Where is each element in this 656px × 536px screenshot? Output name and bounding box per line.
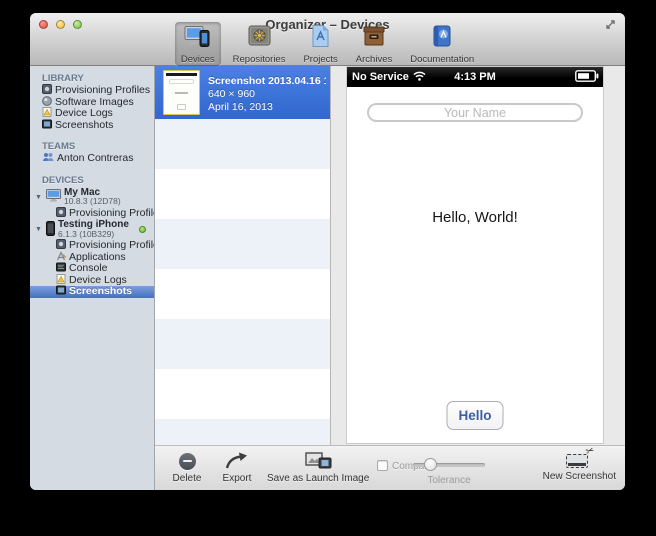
bottom-toolbar: Delete Export (155, 445, 625, 490)
desktop-background: Organizer – Devices (0, 0, 656, 536)
window-chrome: Organizer – Devices (30, 13, 625, 66)
sidebar-item-label: Device Logs (55, 108, 113, 120)
sidebar-item-label: Provisioning Profiles (55, 85, 150, 97)
delete-label: Delete (173, 473, 202, 484)
archives-icon (362, 24, 386, 53)
repositories-icon (247, 24, 272, 53)
sidebar-item-label: Provisioning Profiles (69, 208, 155, 220)
hello-button[interactable]: Hello (446, 401, 503, 430)
export-icon (225, 451, 249, 471)
launch-image-icon (305, 451, 332, 471)
iphone-status-bar: No Service 4:13 PM (347, 67, 603, 87)
export-label: Export (223, 473, 252, 484)
save-as-launch-image-label: Save as Launch Image (267, 473, 369, 484)
screenshot-list-empty-rows (155, 119, 330, 445)
delete-icon (179, 453, 196, 470)
toolbar-label-repositories: Repositories (233, 54, 286, 65)
screenshot-icon (56, 285, 66, 299)
sidebar-item-mac-provisioning-profiles[interactable]: Provisioning Profiles (30, 208, 154, 220)
tolerance-slider-thumb[interactable] (424, 458, 437, 471)
sidebar-item-iphone-provisioning-profiles[interactable]: Provisioning Profiles (30, 240, 154, 252)
thumbnail-button (177, 104, 186, 110)
devices-icon (184, 24, 211, 53)
screenshot-title: Screenshot 2013.04.16 16.13.... (208, 75, 326, 88)
team-icon (42, 152, 54, 166)
toolbar-label-devices: Devices (181, 54, 215, 65)
sidebar-item-label: Screenshots (55, 120, 113, 132)
thumbnail-statusbar (166, 73, 197, 76)
new-screenshot-label: New Screenshot (543, 471, 616, 482)
screenshot-date: April 16, 2013 (208, 101, 326, 114)
toolbar-item-repositories[interactable]: Repositories (227, 22, 292, 66)
device-screenshot-preview: No Service 4:13 PM (347, 67, 603, 443)
delete-button[interactable]: Delete (167, 451, 207, 484)
export-button[interactable]: Export (217, 451, 257, 484)
toolbar-label-projects: Projects (303, 54, 337, 65)
screenshot-icon (42, 119, 52, 133)
iphone-icon (46, 221, 55, 239)
sidebar-item-label: Anton Contreras (57, 153, 133, 165)
toolbar-label-archives: Archives (356, 54, 392, 65)
tolerance-label: Tolerance (413, 475, 485, 486)
screenshot-list-item[interactable]: Screenshot 2013.04.16 16.13.... 640 × 96… (155, 66, 330, 119)
sidebar-device-testing-iphone[interactable]: ▼ Testing iPhone 6.1.3 (10B329) (30, 219, 154, 240)
thumbnail-greeting-line (175, 92, 188, 94)
iphone-screen: Hello, World! Hello (347, 87, 603, 443)
compare-checkbox[interactable] (377, 460, 388, 471)
battery-icon (575, 70, 599, 85)
device-version: 10.8.3 (12D78) (64, 196, 121, 206)
greeting-label: Hello, World! (347, 209, 603, 226)
screenshot-list: Screenshot 2013.04.16 16.13.... 640 × 96… (155, 66, 331, 445)
status-bar-time: 4:13 PM (347, 67, 603, 87)
sidebar-item-console[interactable]: Console (30, 263, 154, 275)
toolbar-item-projects[interactable]: Projects (297, 22, 343, 66)
sidebar-device-my-mac[interactable]: ▼ My Mac 10.8.3 (12D78) (30, 187, 154, 208)
source-list-sidebar: LIBRARY Provisioning Profiles Software I… (30, 66, 155, 490)
sidebar-item-label: Provisioning Profiles (69, 240, 155, 252)
sidebar-item-iphone-screenshots[interactable]: Screenshots (30, 286, 154, 298)
organizer-window: Organizer – Devices (30, 13, 625, 490)
sidebar-item-team-anton-contreras[interactable]: Anton Contreras (30, 153, 154, 165)
provisioning-profile-icon (56, 207, 66, 221)
sidebar-section-devices: DEVICES (30, 174, 154, 187)
sidebar-item-screenshots-library[interactable]: Screenshots (30, 120, 154, 132)
disclosure-triangle-icon[interactable]: ▼ (35, 194, 43, 201)
projects-icon (310, 24, 331, 53)
toolbar-label-documentation: Documentation (410, 54, 474, 65)
toolbar-item-documentation[interactable]: Documentation (404, 22, 480, 66)
sidebar-item-label: Console (69, 263, 108, 275)
sidebar-item-label: Screenshots (69, 286, 132, 298)
toolbar-item-devices[interactable]: Devices (175, 22, 221, 66)
imac-icon (46, 189, 61, 205)
device-version: 6.1.3 (10B329) (58, 229, 114, 239)
documentation-icon (431, 24, 453, 53)
screenshot-thumbnail[interactable] (163, 70, 200, 115)
name-input[interactable] (367, 103, 583, 122)
toolbar-item-archives[interactable]: Archives (350, 22, 398, 66)
main-toolbar: Devices Repositories (30, 29, 625, 66)
screenshot-size: 640 × 960 (208, 88, 326, 101)
save-as-launch-image-button[interactable]: Save as Launch Image (267, 451, 369, 484)
thumbnail-name-field (169, 79, 194, 84)
disclosure-triangle-icon[interactable]: ▼ (35, 226, 43, 233)
device-connected-status-dot (139, 226, 146, 233)
detail-pane: No Service 4:13 PM (331, 66, 625, 445)
tolerance-slider: Tolerance (413, 446, 485, 490)
new-screenshot-button[interactable]: ✂ New Screenshot (543, 450, 616, 482)
new-screenshot-icon: ✂ (566, 450, 592, 469)
